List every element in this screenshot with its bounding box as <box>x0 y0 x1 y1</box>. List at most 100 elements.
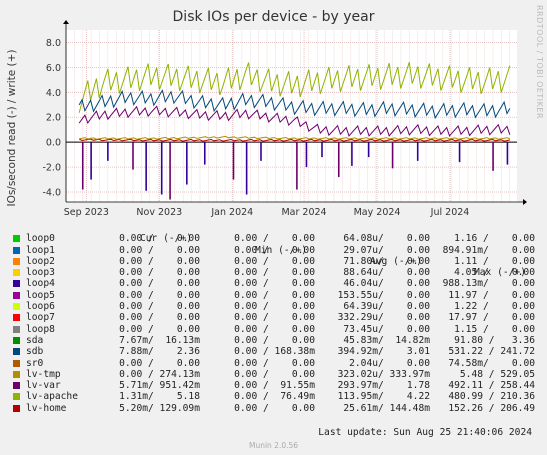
x-tick-label: Nov 2023 <box>136 207 182 218</box>
legend-max: 74.58m/ 0.00 <box>448 357 535 369</box>
y-tick-label: 0.0 <box>46 138 61 149</box>
y-tick-label: 6.0 <box>46 63 61 74</box>
munin-version: Munin 2.0.56 <box>248 441 299 450</box>
legend-row: sr0 0.00 / 0.00 0.00 / 0.00 2.04u/ 0.00 74.5… <box>12 358 542 369</box>
legend-cur: 0.00 / 0.00 <box>119 278 200 290</box>
y-tick-label: 2.0 <box>46 113 61 124</box>
legend-max: 11.97 / 0.00 <box>448 289 535 301</box>
legend-cur: 7.67m/ 16.13m <box>119 334 200 346</box>
legend-row: lv-var 5.71m/ 951.42m 0.00 / 91.55m 293.97m… <box>12 380 542 391</box>
legend-name: loop2 <box>26 255 55 267</box>
x-tick-label: Jan 2024 <box>210 207 253 218</box>
legend-name: loop6 <box>26 301 55 313</box>
legend-max: 531.22 / 241.72 <box>448 346 535 358</box>
legend-swatch <box>13 246 20 254</box>
legend-max: 894.91m/ 0.00 <box>442 244 535 256</box>
legend-swatch <box>13 303 20 311</box>
legend-avg: 46.04u/ 0.00 <box>343 278 430 290</box>
legend-avg: 113.95m/ 4.22 <box>337 391 430 403</box>
legend-avg: 71.80u/ 0.00 <box>343 255 430 267</box>
legend-avg: 2.04u/ 0.00 <box>349 357 430 369</box>
x-axis-arrow <box>523 199 527 205</box>
x-tick-label: Jul 2024 <box>430 207 470 218</box>
y-tick-label: 4.0 <box>46 88 61 99</box>
legend-name: loop3 <box>26 267 55 279</box>
legend-table: Cur (-/+) Min (-/+) Avg (-/+) Max (-/+) … <box>12 222 542 414</box>
legend-swatch <box>13 269 20 277</box>
legend-name: loop0 <box>26 233 55 245</box>
legend-cur: 7.88m/ 2.36 <box>119 346 200 358</box>
legend-cur: 0.00 / 0.00 <box>119 244 200 256</box>
legend-avg: 25.61m/ 144.48m <box>343 402 430 414</box>
y-tick-label: -2.0 <box>42 163 61 174</box>
legend-swatch <box>13 359 20 367</box>
y-axis-arrow <box>63 20 69 24</box>
legend-header-row: Cur (-/+) Min (-/+) Avg (-/+) Max (-/+) <box>12 222 542 278</box>
legend-swatch <box>13 291 20 299</box>
legend-row: loop0 0.00 / 0.00 0.00 / 0.00 64.08u/ 0.00 1… <box>12 233 542 244</box>
legend-max: 492.11 / 258.44 <box>448 380 535 392</box>
legend-min: 0.00 / 0.00 <box>234 267 315 279</box>
x-tick-label: May 2024 <box>354 207 401 218</box>
legend-row: loop1 0.00 / 0.00 0.00 / 0.00 29.07u/ 0.00 8… <box>12 245 542 256</box>
legend-min: 0.00 / 0.00 <box>234 289 315 301</box>
legend-avg: 64.08u/ 0.00 <box>343 233 430 245</box>
legend-swatch <box>13 348 20 356</box>
legend-swatch <box>13 314 20 322</box>
legend-max: 1.15 / 0.00 <box>454 323 535 335</box>
legend-row: loop8 0.00 / 0.00 0.00 / 0.00 73.45u/ 0.00 1… <box>12 324 542 335</box>
chart-canvas: Sep 2023 Nov 2023 Jan 2024 Mar 2024 May 2024… <box>42 20 527 218</box>
legend-avg: 88.64u/ 0.00 <box>343 267 430 279</box>
legend-swatch <box>13 257 20 265</box>
legend-swatch <box>13 393 20 401</box>
legend-min: 0.00 / 0.00 <box>234 244 315 256</box>
legend-swatch <box>13 382 20 390</box>
plot-area <box>66 30 517 202</box>
legend-avg: 153.55u/ 0.00 <box>337 289 430 301</box>
legend-min: 0.00 / 0.00 <box>234 368 315 380</box>
legend-name: loop7 <box>26 312 55 324</box>
legend-cur: 5.71m/ 951.42m <box>119 380 200 392</box>
legend-row: lv-tmp 0.00 / 274.13m 0.00 / 0.00 323.02u/ … <box>12 369 542 380</box>
legend-swatch <box>13 280 20 288</box>
last-update: Last update: Sun Aug 25 21:40:06 2024 <box>318 427 532 438</box>
legend-min: 0.00 / 0.00 <box>234 301 315 313</box>
legend-row: loop7 0.00 / 0.00 0.00 / 0.00 332.29u/ 0.00… <box>12 312 542 323</box>
legend-min: 0.00 / 0.00 <box>234 233 315 245</box>
legend-cur: 0.00 / 0.00 <box>119 255 200 267</box>
legend-min: 0.00 / 0.00 <box>234 402 315 414</box>
legend-cur: 5.20m/ 129.09m <box>119 402 200 414</box>
legend-name: sdb <box>26 346 44 358</box>
legend-name: lv-tmp <box>26 368 61 380</box>
legend-swatch <box>13 325 20 333</box>
legend-avg: 45.83m/ 14.82m <box>343 334 430 346</box>
legend-row: lv-apache 1.31m/ 5.18 0.00 / 76.49m 113.95m… <box>12 391 542 402</box>
legend-min: 0.00 / 0.00 <box>234 323 315 335</box>
legend-name: sda <box>26 334 44 346</box>
legend-name: sr0 <box>26 357 44 369</box>
legend-max: 1.11 / 0.00 <box>454 255 535 267</box>
legend-row: sda 7.67m/ 16.13m 0.00 / 0.00 45.83m/ 14.82… <box>12 335 542 346</box>
legend-avg: 323.02u/ 333.97m <box>337 368 430 380</box>
legend-row: sdb 7.88m/ 2.36 0.00 / 168.38m 394.92m/ 3.0… <box>12 346 542 357</box>
legend-cur: 0.00 / 274.13m <box>119 368 200 380</box>
legend-min: 0.00 / 0.00 <box>234 334 315 346</box>
legend-name: lv-var <box>26 380 61 392</box>
legend-min: 0.00 / 0.00 <box>234 278 315 290</box>
legend-cur: 0.00 / 0.00 <box>119 289 200 301</box>
legend-cur: 0.00 / 0.00 <box>119 312 200 324</box>
legend-avg: 73.45u/ 0.00 <box>343 323 430 335</box>
legend-swatch <box>13 370 20 378</box>
y-tick-label: 8.0 <box>46 38 61 49</box>
legend-max: 988.13m/ 0.00 <box>442 278 535 290</box>
legend-row: loop6 0.00 / 0.00 0.00 / 0.00 64.39u/ 0.00 1… <box>12 301 542 312</box>
legend-avg: 29.07u/ 0.00 <box>343 244 430 256</box>
legend-max: 91.80 / 3.36 <box>454 334 535 346</box>
legend-cur: 0.00 / 0.00 <box>119 323 200 335</box>
x-tick-label: Mar 2024 <box>281 207 326 218</box>
legend-name: loop1 <box>26 244 55 256</box>
legend-name: loop5 <box>26 289 55 301</box>
legend-cur: 0.00 / 0.00 <box>119 357 200 369</box>
legend-row: loop3 0.00 / 0.00 0.00 / 0.00 88.64u/ 0.00 4… <box>12 267 542 278</box>
legend-avg: 64.39u/ 0.00 <box>343 301 430 313</box>
